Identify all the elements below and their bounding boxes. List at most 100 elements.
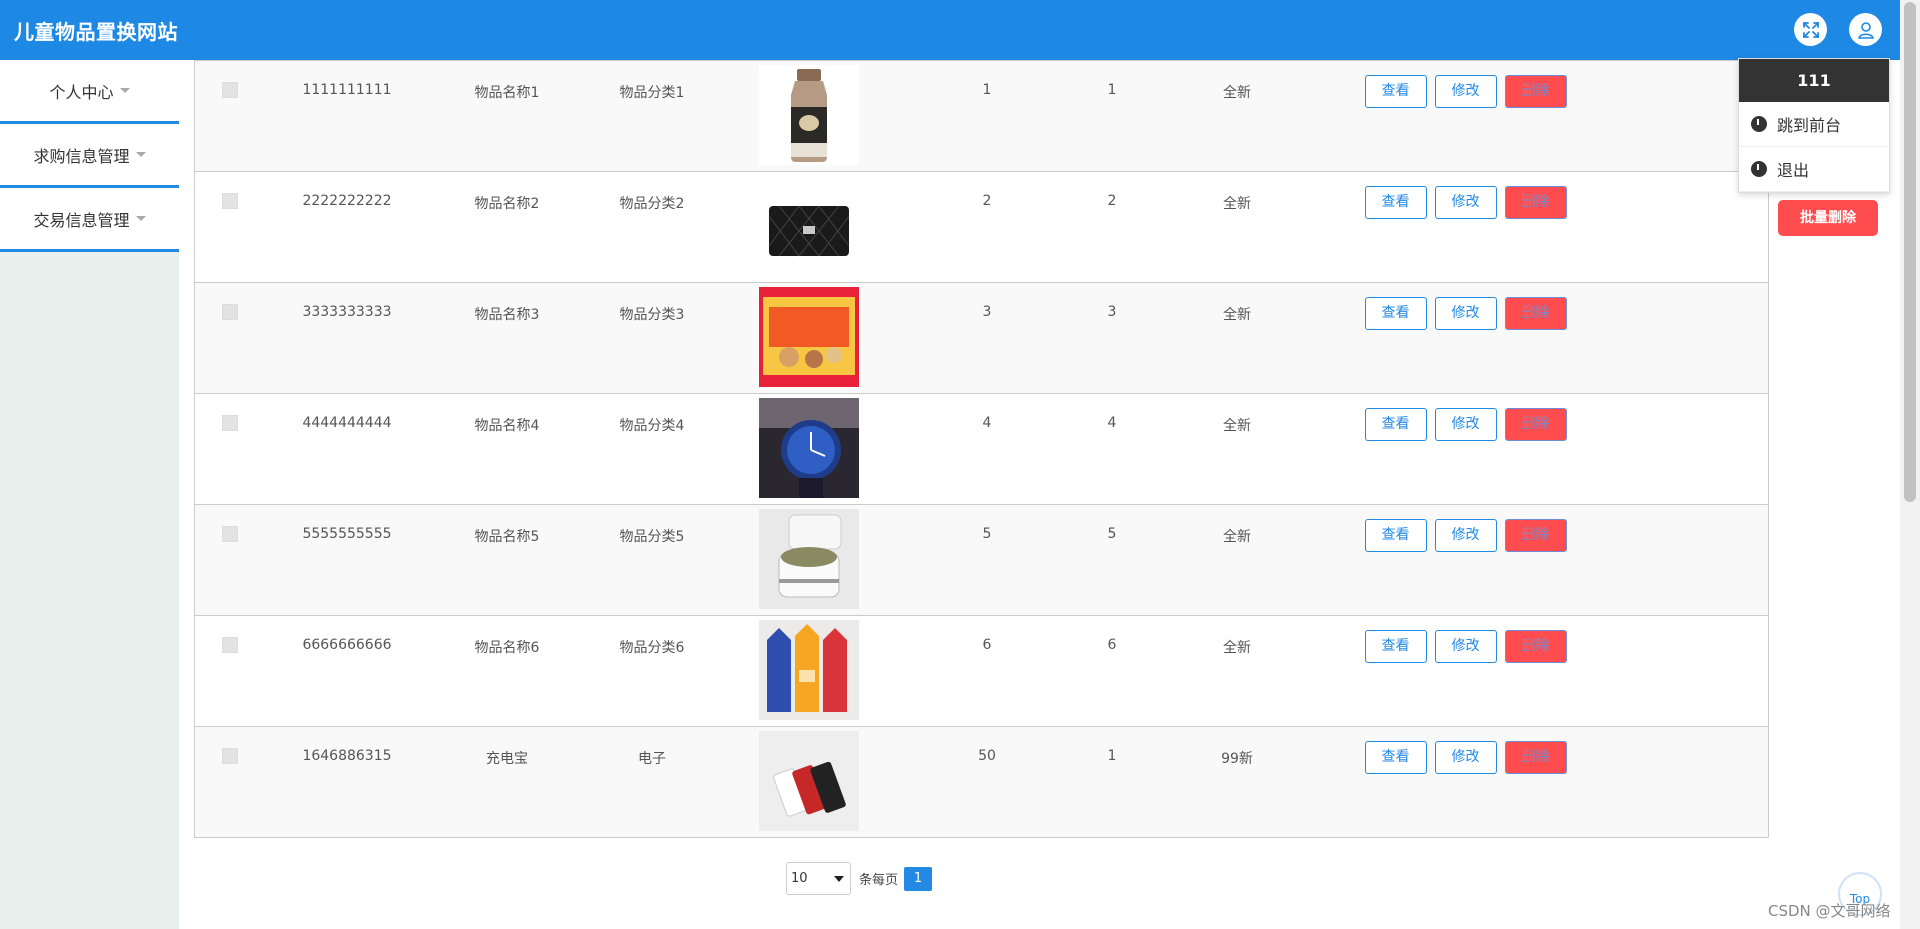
row-checkbox[interactable] <box>221 637 238 653</box>
batch-delete-button[interactable]: 批量删除 <box>1778 200 1878 236</box>
row-checkbox[interactable] <box>221 415 238 431</box>
page-number-current[interactable]: 1 <box>904 866 933 891</box>
edit-button[interactable]: 修改 <box>1434 186 1497 219</box>
cell-num2: 1 <box>1107 82 1117 98</box>
cell-num2: 3 <box>1107 304 1117 320</box>
milk-cartons-image <box>758 620 859 720</box>
sidebar: 个人中心 求购信息管理 交易信息管理 <box>0 60 179 929</box>
table-row: 4444444444 物品名称4 物品分类4 4 4 全新 查看 修改 删除 <box>194 393 1769 505</box>
cell-id: 2222222222 <box>302 193 392 209</box>
cell-name: 物品名称1 <box>474 85 540 101</box>
dropdown-username: 111 <box>1739 59 1889 102</box>
cell-id: 6666666666 <box>302 637 392 653</box>
edit-button[interactable]: 修改 <box>1434 408 1497 441</box>
fullscreen-button[interactable] <box>1794 13 1827 46</box>
caret-down-icon <box>119 88 130 93</box>
per-page-label: 条每页 <box>859 873 899 888</box>
go-to-frontend-item[interactable]: 跳到前台 <box>1739 102 1889 147</box>
table-row: 3333333333 物品名称3 物品分类3 3 3 全新 查看 修改 删除 <box>194 282 1769 394</box>
sidebar-item-purchase-management[interactable]: 求购信息管理 <box>0 124 179 188</box>
delete-button[interactable]: 删除 <box>1504 186 1567 219</box>
sidebar-item-label: 求购信息管理 <box>33 146 130 166</box>
cell-num2: 2 <box>1107 193 1117 209</box>
items-table: 1111111111 物品名称1 物品分类1 1 1 全新 查看 修改 删除 2… <box>194 60 1769 838</box>
row-checkbox[interactable] <box>221 526 238 542</box>
cell-name: 物品名称6 <box>474 640 540 656</box>
view-button[interactable]: 查看 <box>1364 741 1427 774</box>
cell-category: 电子 <box>638 751 666 767</box>
power-icon <box>1751 116 1767 132</box>
view-button[interactable]: 查看 <box>1364 630 1427 663</box>
handbag-image <box>758 176 859 276</box>
cell-num2: 4 <box>1107 415 1117 431</box>
scrollbar-thumb[interactable] <box>1904 2 1916 502</box>
sidebar-item-personal-center[interactable]: 个人中心 <box>0 60 179 124</box>
cell-condition: 全新 <box>1223 307 1251 323</box>
cell-num2: 6 <box>1107 637 1117 653</box>
sidebar-item-label: 个人中心 <box>49 82 114 102</box>
edit-button[interactable]: 修改 <box>1434 630 1497 663</box>
cell-condition: 全新 <box>1223 196 1251 212</box>
cell-category: 物品分类6 <box>619 640 685 656</box>
view-button[interactable]: 查看 <box>1364 297 1427 330</box>
edit-button[interactable]: 修改 <box>1434 519 1497 552</box>
dropdown-item-label: 退出 <box>1777 161 1810 180</box>
view-button[interactable]: 查看 <box>1364 519 1427 552</box>
cell-condition: 全新 <box>1223 418 1251 434</box>
page-size-select[interactable]: 10 <box>786 862 851 895</box>
cell-num1: 5 <box>982 526 992 542</box>
cell-num1: 50 <box>978 748 996 764</box>
delete-button[interactable]: 删除 <box>1504 741 1567 774</box>
cell-name: 物品名称5 <box>474 529 540 545</box>
expand-icon <box>1802 21 1819 38</box>
delete-button[interactable]: 删除 <box>1504 519 1567 552</box>
cell-name: 物品名称3 <box>474 307 540 323</box>
caret-down-icon <box>135 152 146 157</box>
cell-num1: 3 <box>982 304 992 320</box>
edit-button[interactable]: 修改 <box>1434 297 1497 330</box>
table-row: 1646886315 充电宝 电子 50 1 99新 查看 修改 删除 <box>194 726 1769 838</box>
view-button[interactable]: 查看 <box>1364 75 1427 108</box>
row-checkbox[interactable] <box>221 82 238 98</box>
cell-condition: 全新 <box>1223 85 1251 101</box>
cell-name: 充电宝 <box>486 751 528 767</box>
watermark: CSDN @文哥网络 <box>1768 902 1891 920</box>
snack-box-image <box>758 287 859 387</box>
view-button[interactable]: 查看 <box>1364 408 1427 441</box>
watch-image <box>758 398 859 498</box>
row-checkbox[interactable] <box>221 193 238 209</box>
delete-button[interactable]: 删除 <box>1504 297 1567 330</box>
page-size-value: 10 <box>791 871 808 886</box>
cell-id: 1646886315 <box>302 748 392 764</box>
row-checkbox[interactable] <box>221 748 238 764</box>
app-title: 儿童物品置换网站 <box>14 19 178 44</box>
logout-item[interactable]: 退出 <box>1739 147 1889 192</box>
delete-button[interactable]: 删除 <box>1504 408 1567 441</box>
milk-bottle-image <box>758 65 859 165</box>
cell-category: 物品分类1 <box>619 85 685 101</box>
table-row: 6666666666 物品名称6 物品分类6 6 6 全新 查看 修改 删除 <box>194 615 1769 727</box>
main-content: 1111111111 物品名称1 物品分类1 1 1 全新 查看 修改 删除 2… <box>194 60 1769 838</box>
delete-button[interactable]: 删除 <box>1504 75 1567 108</box>
table-row: 1111111111 物品名称1 物品分类1 1 1 全新 查看 修改 删除 <box>194 60 1769 172</box>
cell-name: 物品名称2 <box>474 196 540 212</box>
cell-condition: 99新 <box>1221 751 1253 767</box>
cell-id: 4444444444 <box>302 415 392 431</box>
sidebar-item-label: 交易信息管理 <box>33 210 130 230</box>
cell-num2: 5 <box>1107 526 1117 542</box>
edit-button[interactable]: 修改 <box>1434 741 1497 774</box>
cell-num1: 6 <box>982 637 992 653</box>
delete-button[interactable]: 删除 <box>1504 630 1567 663</box>
vertical-scrollbar[interactable] <box>1900 0 1920 929</box>
chevron-down-icon <box>834 875 844 882</box>
view-button[interactable]: 查看 <box>1364 186 1427 219</box>
top-navbar: 儿童物品置换网站 <box>0 0 1900 60</box>
pagination: 10 条每页 1 <box>786 862 933 895</box>
user-menu-button[interactable] <box>1849 13 1882 46</box>
sidebar-item-trade-management[interactable]: 交易信息管理 <box>0 188 179 252</box>
row-checkbox[interactable] <box>221 304 238 320</box>
edit-button[interactable]: 修改 <box>1434 75 1497 108</box>
power-icon <box>1751 161 1767 177</box>
cell-category: 物品分类5 <box>619 529 685 545</box>
table-row: 5555555555 物品名称5 物品分类5 5 5 全新 查看 修改 删除 <box>194 504 1769 616</box>
